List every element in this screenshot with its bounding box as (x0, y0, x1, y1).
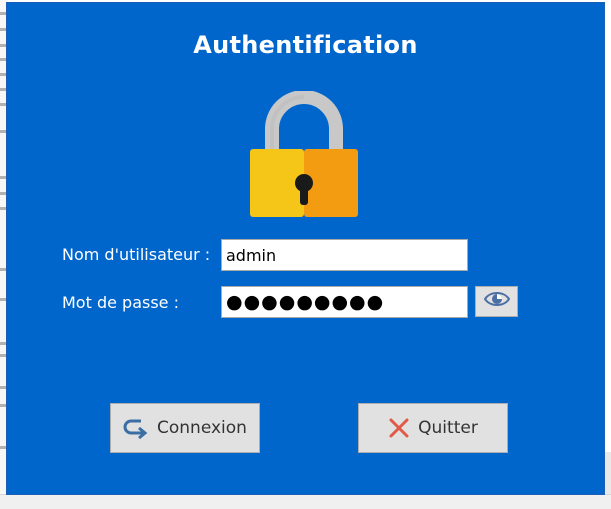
password-field[interactable] (221, 286, 468, 318)
padlock-icon (250, 90, 358, 219)
quit-button-label: Quitter (418, 418, 478, 438)
authentication-dialog: Authentification Nom d'utilisateur : Mot… (7, 3, 604, 494)
dialog-title: Authentification (193, 31, 418, 59)
connect-button-label: Connexion (157, 418, 247, 438)
quit-button[interactable]: Quitter (358, 403, 508, 453)
redo-arrow-icon (123, 417, 149, 439)
username-label: Nom d'utilisateur : (62, 245, 211, 264)
background-scroll-strip (603, 452, 611, 494)
show-password-button[interactable] (475, 286, 518, 317)
eye-icon (483, 290, 510, 313)
username-field[interactable] (221, 239, 468, 271)
close-x-icon (388, 417, 410, 439)
connect-button[interactable]: Connexion (110, 403, 260, 453)
password-label: Mot de passe : (62, 293, 179, 312)
background-status-bar (0, 494, 611, 509)
